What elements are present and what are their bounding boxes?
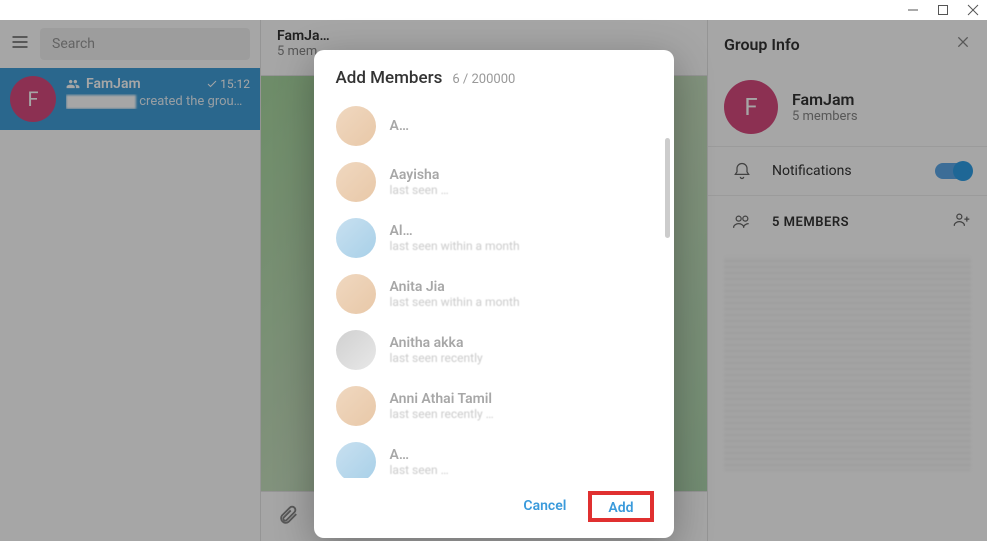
avatar (336, 330, 376, 370)
contact-name: Anita Jia (390, 279, 520, 295)
add-button-highlight: Add (588, 491, 653, 522)
maximize-button[interactable] (937, 1, 949, 20)
modal-title: Add Members (336, 68, 443, 88)
contact-item[interactable]: Al…last seen within a month (314, 210, 674, 266)
avatar (336, 106, 376, 146)
contact-name: Anni Athai Tamil (390, 391, 494, 407)
add-members-modal: Add Members 6 / 200000 A… Aayishalast se… (314, 50, 674, 538)
minimize-button[interactable] (907, 1, 919, 20)
modal-count: 6 / 200000 (452, 72, 515, 87)
avatar (336, 274, 376, 314)
contact-name: Aayisha (390, 167, 449, 183)
close-window-button[interactable] (967, 1, 979, 20)
contact-item[interactable]: Anni Athai Tamillast seen recently … (314, 378, 674, 434)
contact-name: Anitha akka (390, 335, 483, 351)
contacts-list[interactable]: A… Aayishalast seen … Al…last seen withi… (314, 98, 674, 478)
contact-name: A… (390, 447, 449, 463)
avatar (336, 218, 376, 258)
contact-item[interactable]: Aayishalast seen … (314, 154, 674, 210)
avatar (336, 162, 376, 202)
contact-status: last seen … (390, 183, 449, 197)
add-button[interactable]: Add (596, 494, 645, 522)
contact-name: A… (390, 118, 409, 134)
avatar (336, 386, 376, 426)
app-shell: Search F FamJam 15:12 created the grou… (0, 20, 987, 541)
avatar (336, 442, 376, 478)
contact-item[interactable]: Anitha akkalast seen recently (314, 322, 674, 378)
contact-status: last seen recently … (390, 407, 494, 421)
cancel-button[interactable]: Cancel (509, 490, 580, 522)
scrollbar[interactable] (665, 138, 670, 238)
contact-name: Al… (390, 223, 520, 239)
modal-header: Add Members 6 / 200000 (314, 50, 674, 98)
contact-item[interactable]: A… (314, 98, 674, 154)
contact-status: last seen within a month (390, 295, 520, 309)
contact-item[interactable]: A…last seen … (314, 434, 674, 478)
contact-status: last seen … (390, 463, 449, 477)
window-titlebar (0, 0, 987, 20)
contact-status: last seen recently (390, 351, 483, 365)
contact-item[interactable]: Anita Jialast seen within a month (314, 266, 674, 322)
contact-status: last seen within a month (390, 239, 520, 253)
modal-footer: Cancel Add (314, 478, 674, 538)
modal-overlay[interactable]: Add Members 6 / 200000 A… Aayishalast se… (0, 20, 987, 541)
